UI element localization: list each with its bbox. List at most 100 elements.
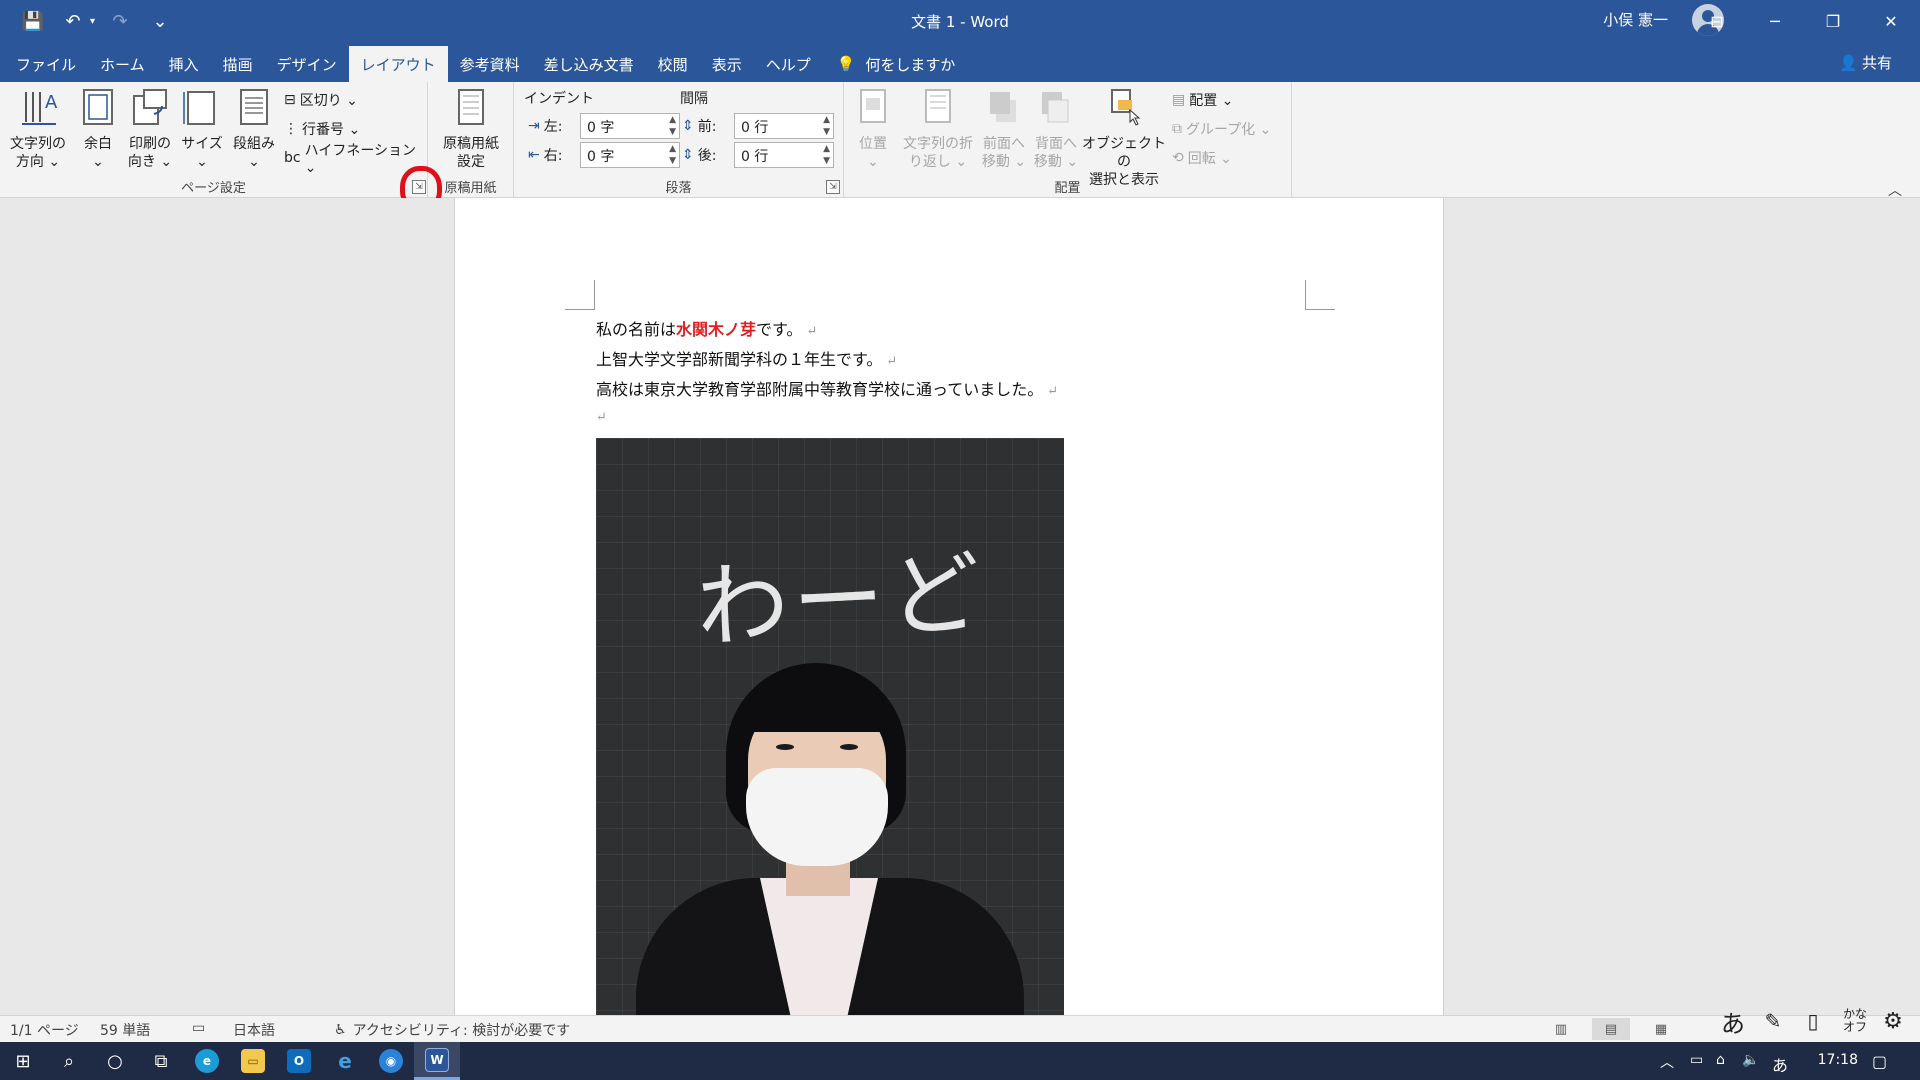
read-mode-view-icon[interactable]: ▥ xyxy=(1542,1018,1580,1040)
tray-chevron-icon[interactable]: ︿ xyxy=(1660,1052,1674,1072)
manuscript-settings-button[interactable]: 原稿用紙 設定 xyxy=(436,86,506,171)
spacing-before-input[interactable]: 0 行 ▲ ▼ xyxy=(734,113,834,139)
edge-browser-icon[interactable]: e xyxy=(184,1042,230,1080)
quick-access-toolbar: 💾 ↶ ▾ ↷ ⌄ xyxy=(18,6,175,36)
wrap-text-icon xyxy=(925,89,951,123)
position-button: 位置 ⌄ xyxy=(848,86,898,171)
tab-design[interactable]: デザイン xyxy=(265,46,349,82)
clock[interactable]: 17:18 xyxy=(1818,1052,1858,1068)
document-empty-line[interactable]: ↵ xyxy=(596,406,607,425)
indent-right-icon: ⇤ xyxy=(528,147,540,163)
bring-forward-label-2: 移動 ⌄ xyxy=(981,154,1027,170)
restore-button[interactable]: ❐ xyxy=(1804,0,1862,42)
ime-pad-icon[interactable]: ✎ xyxy=(1758,1004,1788,1038)
breaks-label: 区切り ⌄ xyxy=(299,93,358,109)
tab-draw[interactable]: 描画 xyxy=(211,46,265,82)
columns-button[interactable]: 段組み ⌄ xyxy=(226,86,282,171)
ime-dictionary-icon[interactable]: ▯ xyxy=(1798,1004,1828,1038)
selection-pane-icon xyxy=(1111,89,1141,126)
paragraph-group-label: 段落 xyxy=(665,181,692,196)
ribbon-tabs: ファイル ホーム 挿入 描画 デザイン レイアウト 参考資料 差し込み文書 校閲… xyxy=(0,42,1920,82)
tab-file[interactable]: ファイル xyxy=(4,46,88,82)
tell-me-search[interactable]: 💡 何をしますか xyxy=(837,46,956,82)
undo-icon[interactable]: ↶ xyxy=(58,6,88,36)
margins-icon xyxy=(83,89,113,125)
save-icon[interactable]: 💾 xyxy=(18,6,48,36)
spin-arrows-icon[interactable]: ▲ ▼ xyxy=(669,143,676,167)
tab-layout[interactable]: レイアウト xyxy=(348,46,448,82)
cortana-icon[interactable]: ○ xyxy=(92,1042,138,1080)
tab-review[interactable]: 校閲 xyxy=(646,46,700,82)
search-icon[interactable]: ⌕ xyxy=(46,1042,92,1080)
spin-arrows-icon[interactable]: ▲ ▼ xyxy=(669,114,676,138)
margins-button[interactable]: 余白 ⌄ xyxy=(70,86,126,171)
breaks-button[interactable]: ⊟ 区切り ⌄ xyxy=(284,88,358,112)
word-app-icon[interactable]: W xyxy=(414,1042,460,1080)
ime-indicator[interactable]: あ xyxy=(1772,1052,1788,1076)
volume-icon[interactable]: 🔈 xyxy=(1742,1052,1759,1068)
tab-help[interactable]: ヘルプ xyxy=(754,46,823,82)
network-icon[interactable]: ⌂ xyxy=(1716,1052,1725,1068)
size-button[interactable]: サイズ ⌄ xyxy=(174,86,230,171)
share-button[interactable]: 👤 共有 xyxy=(1839,52,1892,73)
selection-pane-button[interactable]: オブジェクトの 選択と表示 xyxy=(1082,86,1166,189)
ime-hiragana-button[interactable]: あ xyxy=(1718,1004,1748,1038)
indent-left-input[interactable]: 0 字 ▲ ▼ xyxy=(580,113,680,139)
ime-settings-icon[interactable]: ⚙ xyxy=(1878,1004,1908,1038)
hyphenation-button[interactable]: bc ハイフネーション ⌄ xyxy=(284,143,427,176)
accessibility-status[interactable]: ♿ アクセシビリティ: 検討が必要です xyxy=(334,1020,570,1040)
language[interactable]: 日本語 xyxy=(233,1020,275,1040)
tab-insert[interactable]: 挿入 xyxy=(157,46,211,82)
document-line-3[interactable]: 高校は東京大学教育学部附属中等教育学校に通っていました。 ↵ xyxy=(596,376,1058,400)
position-label: 位置 xyxy=(859,136,887,152)
rotate-icon: ⟲ xyxy=(1172,150,1184,166)
page-count[interactable]: 1/1 ページ xyxy=(10,1020,79,1040)
inline-photo[interactable]: わーど xyxy=(596,438,1064,1015)
group-button: ⧉ グループ化 ⌄ xyxy=(1172,117,1271,141)
manuscript-label: 原稿用紙 xyxy=(443,136,499,152)
document-canvas[interactable]: 私の名前は水関木ノ芽です。 ↵ 上智大学文学部新聞学科の１年生です。 ↵ 高校は東京… xyxy=(0,198,1920,1015)
spin-arrows-icon[interactable]: ▲ ▼ xyxy=(823,143,830,167)
ribbon-display-options-button[interactable]: ⊟ xyxy=(1688,0,1746,42)
paragraph-mark: ↵ xyxy=(806,324,818,339)
spacing-after-input[interactable]: 0 行 ▲ ▼ xyxy=(734,142,834,168)
accessibility-icon: ♿ xyxy=(334,1022,347,1038)
start-windows-icon[interactable]: ⊞ xyxy=(0,1042,46,1080)
tab-home[interactable]: ホーム xyxy=(88,46,157,82)
task-view-icon[interactable]: ⧉ xyxy=(138,1042,184,1080)
word-count[interactable]: 59 単語 xyxy=(100,1020,150,1040)
tab-view[interactable]: 表示 xyxy=(700,46,754,82)
proofing-icon[interactable]: ▭ xyxy=(192,1020,205,1036)
document-page[interactable]: 私の名前は水関木ノ芽です。 ↵ 上智大学文学部新聞学科の１年生です。 ↵ 高校は東京… xyxy=(454,198,1444,1015)
margin-corner-mark xyxy=(1305,280,1335,310)
customize-qat-icon[interactable]: ⌄ xyxy=(145,6,175,36)
document-line-1[interactable]: 私の名前は水関木ノ芽です。 ↵ xyxy=(596,316,817,340)
document-line-2[interactable]: 上智大学文学部新聞学科の１年生です。 ↵ xyxy=(596,346,897,370)
tab-references[interactable]: 参考資料 xyxy=(448,46,532,82)
text-direction-button[interactable]: A 文字列の 方向 ⌄ xyxy=(10,86,66,171)
battery-icon[interactable]: ▭ xyxy=(1690,1052,1703,1068)
undo-dropdown-icon[interactable]: ▾ xyxy=(90,16,95,27)
minimize-button[interactable]: ─ xyxy=(1746,0,1804,42)
orientation-button[interactable]: 印刷の 向き ⌄ xyxy=(122,86,178,171)
user-name[interactable]: 小俣 憲一 xyxy=(1603,9,1668,30)
file-explorer-icon[interactable]: ▭ xyxy=(230,1042,276,1080)
tab-mailings[interactable]: 差し込み文書 xyxy=(532,46,646,82)
web-layout-view-icon[interactable]: ▦ xyxy=(1642,1018,1680,1040)
orientation-label: 印刷の xyxy=(129,136,171,152)
paragraph-launcher-icon[interactable]: ⇲ xyxy=(826,180,840,194)
line-numbers-button[interactable]: ⋮ 行番号 ⌄ xyxy=(284,117,360,141)
indent-right-input[interactable]: 0 字 ▲ ▼ xyxy=(580,142,680,168)
notifications-icon[interactable]: ▢ xyxy=(1872,1052,1887,1071)
close-button[interactable]: ✕ xyxy=(1862,0,1920,42)
print-layout-view-icon[interactable]: ▤ xyxy=(1592,1018,1630,1040)
spacing-header: 間隔 xyxy=(680,91,708,107)
app-icon[interactable]: ◉ xyxy=(368,1042,414,1080)
ribbon: A 文字列の 方向 ⌄ 余白 ⌄ 印刷の 向き ⌄ サイズ ⌄ 段組み ⌄ ⊟ 区… xyxy=(0,82,1920,200)
spin-arrows-icon[interactable]: ▲ ▼ xyxy=(823,114,830,138)
align-button[interactable]: ▤ 配置 ⌄ xyxy=(1172,88,1233,112)
outlook-icon[interactable]: O xyxy=(276,1042,322,1080)
internet-explorer-icon[interactable]: e xyxy=(322,1042,368,1080)
collapse-ribbon-icon[interactable]: ︿ xyxy=(1888,180,1902,200)
kana-off-button[interactable]: かな オフ xyxy=(1838,1004,1872,1038)
